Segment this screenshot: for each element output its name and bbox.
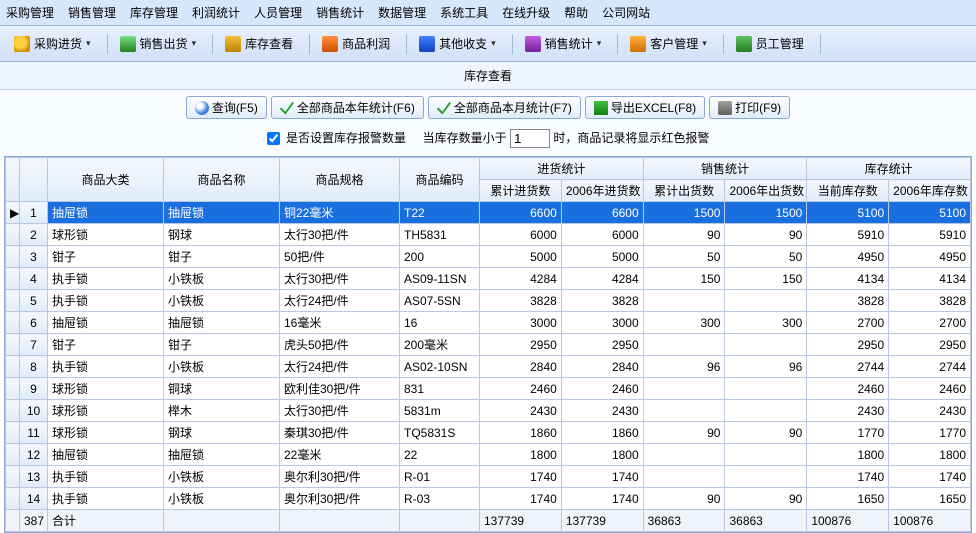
ai-check-icon: [437, 101, 451, 115]
toolbar-button[interactable]: 采购进货 ▾: [8, 32, 97, 55]
col-rownum: [20, 158, 48, 202]
table-row[interactable]: 4执手锁小铁板太行30把/件AS09-11SN42844284150150413…: [6, 268, 971, 290]
ai-excel-icon: [594, 101, 608, 115]
filter-suffix: 时，商品记录将显示红色报警: [553, 131, 709, 145]
table-row[interactable]: 11球形锁钢球秦琪30把/件TQ5831S1860186090901770177…: [6, 422, 971, 444]
menu-item[interactable]: 销售统计: [316, 6, 364, 20]
table-row[interactable]: 12抽屉锁抽屉锁22毫米221800180018001800: [6, 444, 971, 466]
toolbar-button[interactable]: 客户管理 ▾: [624, 32, 713, 55]
menu-item[interactable]: 销售管理: [68, 6, 116, 20]
toolbar-label: 采购进货: [34, 35, 82, 52]
toolbar-button[interactable]: 销售出货 ▾: [114, 32, 203, 55]
table-row[interactable]: 7钳子钳子虎头50把/件200毫米2950295029502950: [6, 334, 971, 356]
action-row: 查询(F5)全部商品本年统计(F6)全部商品本月统计(F7)导出EXCEL(F8…: [0, 90, 976, 125]
col-name[interactable]: 商品名称: [164, 158, 280, 202]
col-group-sales[interactable]: 销售统计: [643, 158, 807, 180]
panel-title: 库存查看: [0, 62, 976, 90]
ico-cust-icon: [630, 36, 646, 52]
table-row[interactable]: 3钳子钳子50把/件20050005000505049504950: [6, 246, 971, 268]
footer-row: 387 合计 137739 137739 36863 36863 100876 …: [6, 510, 971, 532]
menu-item[interactable]: 公司网站: [602, 6, 650, 20]
table-row[interactable]: 9球形锁铜球欧利佳30把/件8312460246024602460: [6, 378, 971, 400]
col-code[interactable]: 商品编码: [400, 158, 480, 202]
col-spec[interactable]: 商品规格: [280, 158, 400, 202]
threshold-input[interactable]: [510, 129, 550, 148]
col-in-total[interactable]: 累计进货数: [480, 180, 562, 202]
menubar: 采购管理销售管理库存管理利润统计人员管理销售统计数据管理系统工具在线升级帮助公司…: [0, 0, 976, 26]
col-in-year[interactable]: 2006年进货数▽: [561, 180, 643, 202]
toolbar-label: 销售统计: [545, 35, 593, 52]
toolbar-label: 库存查看: [245, 35, 293, 52]
menu-item[interactable]: 采购管理: [6, 6, 54, 20]
toolbar-button[interactable]: 库存查看: [219, 32, 299, 55]
alarm-checkbox[interactable]: [267, 132, 280, 145]
col-group-purchase[interactable]: 进货统计: [480, 158, 644, 180]
toolbar: 采购进货 ▾ 销售出货 ▾ 库存查看 商品利润 其他收支 ▾ 销售统计 ▾ 客户管理 ▾ 员工管理: [0, 26, 976, 62]
toolbar-label: 其他收支: [439, 35, 487, 52]
ai-search-icon: [195, 101, 209, 115]
toolbar-label: 销售出货: [140, 35, 188, 52]
dropdown-icon[interactable]: ▾: [491, 38, 496, 49]
col-stock-year[interactable]: 2006年库存数: [889, 180, 971, 202]
table-row[interactable]: 2球形锁钢球太行30把/件TH583160006000909059105910: [6, 224, 971, 246]
ico-ship-icon: [120, 36, 136, 52]
col-out-year[interactable]: 2006年出货数: [725, 180, 807, 202]
footer-count: 387: [20, 510, 48, 532]
toolbar-button[interactable]: 其他收支 ▾: [413, 32, 502, 55]
table-row[interactable]: 13执手锁小铁板奥尔利30把/件R-011740174017401740: [6, 466, 971, 488]
menu-item[interactable]: 在线升级: [502, 6, 550, 20]
filter-prefix: 当库存数量小于: [423, 131, 507, 145]
col-indicator: [6, 158, 20, 202]
table-row[interactable]: ▶1抽屉锁抽屉锁铜22毫米T22660066001500150051005100: [6, 202, 971, 224]
toolbar-button[interactable]: 商品利润: [316, 32, 396, 55]
ico-stats-icon: [525, 36, 541, 52]
dropdown-icon[interactable]: ▾: [86, 38, 91, 49]
menu-item[interactable]: 帮助: [564, 6, 588, 20]
toolbar-label: 客户管理: [650, 35, 698, 52]
menu-item[interactable]: 系统工具: [440, 6, 488, 20]
ai-check-icon: [280, 101, 294, 115]
ico-other-icon: [419, 36, 435, 52]
data-grid[interactable]: 商品大类 商品名称 商品规格 商品编码 进货统计 销售统计 库存统计 累计进货数…: [4, 156, 972, 533]
table-row[interactable]: 10球形锁榉木太行30把/件5831m2430243024302430: [6, 400, 971, 422]
ico-profit-icon: [322, 36, 338, 52]
action-button[interactable]: 全部商品本年统计(F6): [271, 96, 424, 119]
menu-item[interactable]: 人员管理: [254, 6, 302, 20]
table-row[interactable]: 5执手锁小铁板太行24把/件AS07-5SN3828382838283828: [6, 290, 971, 312]
ico-cart-icon: [14, 36, 30, 52]
table-row[interactable]: 8执手锁小铁板太行24把/件AS02-10SN28402840969627442…: [6, 356, 971, 378]
action-button[interactable]: 打印(F9): [709, 96, 790, 119]
col-category[interactable]: 商品大类: [48, 158, 164, 202]
col-out-total[interactable]: 累计出货数: [643, 180, 725, 202]
menu-item[interactable]: 数据管理: [378, 6, 426, 20]
action-button[interactable]: 查询(F5): [186, 96, 267, 119]
dropdown-icon[interactable]: ▾: [597, 38, 602, 49]
dropdown-icon[interactable]: ▾: [702, 38, 707, 49]
menu-item[interactable]: 利润统计: [192, 6, 240, 20]
ico-stock-icon: [225, 36, 241, 52]
toolbar-label: 商品利润: [342, 35, 390, 52]
filter-row: 是否设置库存报警数量 当库存数量小于 时，商品记录将显示红色报警: [0, 125, 976, 156]
action-button[interactable]: 导出EXCEL(F8): [585, 96, 705, 119]
action-button[interactable]: 全部商品本月统计(F7): [428, 96, 581, 119]
menu-item[interactable]: 库存管理: [130, 6, 178, 20]
dropdown-icon[interactable]: ▾: [192, 38, 197, 49]
toolbar-button[interactable]: 员工管理: [730, 32, 810, 55]
alarm-label: 是否设置库存报警数量: [286, 131, 406, 145]
ai-print-icon: [718, 101, 732, 115]
col-stock-cur[interactable]: 当前库存数: [807, 180, 889, 202]
table-row[interactable]: 6抽屉锁抽屉锁16毫米163000300030030027002700: [6, 312, 971, 334]
ico-staff-icon: [736, 36, 752, 52]
footer-label: 合计: [48, 510, 164, 532]
toolbar-button[interactable]: 销售统计 ▾: [519, 32, 608, 55]
toolbar-label: 员工管理: [756, 35, 804, 52]
col-group-stock[interactable]: 库存统计: [807, 158, 971, 180]
